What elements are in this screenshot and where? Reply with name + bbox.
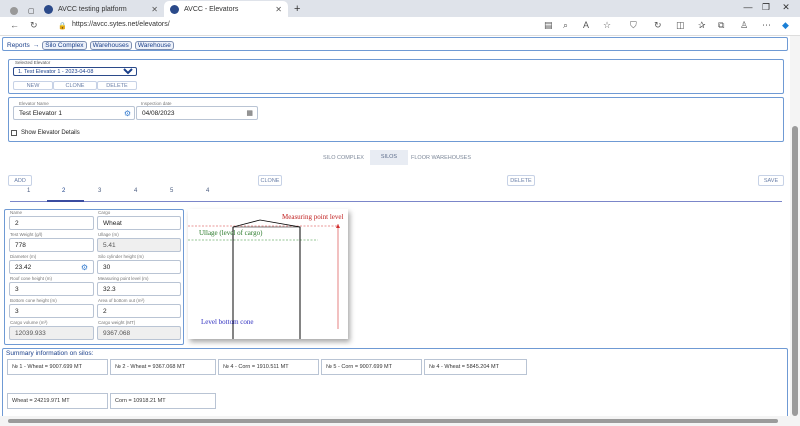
bottom-cone-input[interactable]: 3 bbox=[9, 304, 94, 318]
shield-icon[interactable]: ⛉ bbox=[630, 20, 637, 31]
gear-icon[interactable]: ⚙ bbox=[81, 263, 88, 272]
breadcrumb-bar: Reports → Silo Complex Warehouses Wareho… bbox=[2, 37, 788, 51]
back-icon[interactable]: ← bbox=[10, 20, 19, 30]
lock-icon[interactable]: 🔒 bbox=[58, 22, 67, 30]
summary-panel: Summary information on silos: № 1 - Whea… bbox=[2, 348, 788, 420]
clone-elevator-button[interactable]: CLONE bbox=[53, 81, 97, 90]
page-content: Reports → Silo Complex Warehouses Wareho… bbox=[0, 36, 790, 426]
show-details-checkbox[interactable] bbox=[11, 130, 17, 136]
breadcrumb-warehouse[interactable]: Warehouse bbox=[134, 41, 174, 50]
summary-silo-item: № 1 - Wheat = 9007.699 MT bbox=[7, 359, 108, 375]
profile-icon[interactable]: ♙ bbox=[740, 20, 748, 31]
delete-elevator-button[interactable]: DELETE bbox=[97, 81, 137, 90]
silo-name-input[interactable]: 2 bbox=[9, 216, 94, 230]
breadcrumb: Reports → Silo Complex Warehouses Wareho… bbox=[7, 41, 174, 50]
maximize-button[interactable]: ❐ bbox=[756, 2, 776, 13]
active-tab-indicator bbox=[47, 200, 84, 202]
copilot-icon[interactable]: ◆ bbox=[782, 20, 789, 31]
horizontal-scroll-thumb[interactable] bbox=[8, 419, 778, 423]
tab-silo-complex[interactable]: SILO COMPLEX bbox=[323, 155, 364, 161]
cargo-volume-output: 12039.933 bbox=[9, 326, 94, 340]
silo-tab-1[interactable]: 1 bbox=[27, 188, 30, 194]
test-weight-input[interactable]: 778 bbox=[9, 238, 94, 252]
silo-tabs-underline bbox=[10, 201, 782, 202]
silo-cargo-input[interactable]: Wheat bbox=[97, 216, 181, 230]
summary-title: Summary information on silos: bbox=[6, 350, 94, 357]
vertical-scroll-thumb[interactable] bbox=[792, 126, 798, 416]
elevator-select-panel: Selected Elevator 1. Test Elevator 1 - 2… bbox=[8, 59, 784, 94]
favorite-star-icon[interactable]: ☆ bbox=[603, 20, 611, 31]
elevator-name-input[interactable]: Test Elevator 1 ⚙ bbox=[13, 106, 135, 120]
cylinder-height-input[interactable]: 30 bbox=[97, 260, 181, 274]
summary-silo-item: № 4 - Wheat = 5845.204 MT bbox=[424, 359, 527, 375]
tab-silos[interactable]: SILOS bbox=[370, 150, 408, 165]
menu-icon[interactable]: ⋯ bbox=[762, 20, 771, 31]
ullage-output: 5.41 bbox=[97, 238, 181, 252]
show-details-checkbox-row[interactable]: Show Elevator Details bbox=[11, 130, 80, 136]
collections-icon[interactable]: ⧉ bbox=[718, 20, 724, 31]
url-field[interactable]: https://avcc.sytes.net/elevators/ bbox=[72, 21, 170, 28]
silo-form-panel: Name 2 Cargo Wheat Test Weight (g/l) 778… bbox=[4, 209, 184, 345]
new-elevator-button[interactable]: NEW bbox=[13, 81, 53, 90]
summary-silo-item: № 4 - Corn = 1910.511 MT bbox=[218, 359, 319, 375]
silo-diagram: Measuring point level Ullage (level of c… bbox=[188, 209, 348, 350]
roof-cone-input[interactable]: 3 bbox=[9, 282, 94, 296]
silo-tab-4[interactable]: 4 bbox=[134, 188, 137, 194]
browser-tab-bar: ▢ AVCC testing platform ✕ AVCC - Elevato… bbox=[0, 0, 800, 17]
close-window-button[interactable]: ✕ bbox=[776, 2, 796, 13]
measuring-point-input[interactable]: 32.3 bbox=[97, 282, 181, 296]
breadcrumb-warehouses[interactable]: Warehouses bbox=[89, 41, 132, 50]
zoom-icon[interactable]: ⌕ bbox=[563, 20, 568, 31]
browser-tab-elevators[interactable]: AVCC - Elevators ✕ bbox=[164, 1, 288, 17]
summary-silo-item: № 5 - Corn = 9007.699 MT bbox=[321, 359, 422, 375]
bottom-cone-label: Level bottom cone bbox=[201, 318, 254, 326]
delete-silo-button[interactable]: DELETE bbox=[507, 175, 535, 186]
save-silo-button[interactable]: SAVE bbox=[758, 175, 784, 186]
cargo-weight-output: 9367.068 bbox=[97, 326, 181, 340]
minimize-button[interactable]: — bbox=[738, 2, 758, 12]
breadcrumb-silo-complex[interactable]: Silo Complex bbox=[42, 41, 87, 50]
browser-tab-testing[interactable]: AVCC testing platform ✕ bbox=[38, 1, 164, 17]
summary-silo-item: № 2 - Wheat = 9367.068 MT bbox=[110, 359, 216, 375]
horizontal-scrollbar[interactable] bbox=[0, 416, 790, 426]
gear-icon[interactable]: ⚙ bbox=[124, 109, 131, 118]
ullage-label: Ullage (level of cargo) bbox=[199, 229, 263, 237]
tab-floor-warehouses[interactable]: FLOOR WAREHOUSES bbox=[411, 155, 471, 161]
address-bar: ← ↻ 🔒 https://avcc.sytes.net/elevators/ … bbox=[0, 17, 800, 36]
elevator-info-panel: Elevator Name Test Elevator 1 ⚙ Inspecti… bbox=[8, 97, 784, 142]
silo-tab-3[interactable]: 3 bbox=[98, 188, 101, 194]
reader-icon[interactable]: ▤ bbox=[544, 20, 553, 31]
refresh-icon[interactable]: ↻ bbox=[30, 20, 38, 31]
avcc-favicon-icon bbox=[44, 4, 53, 14]
add-silo-button[interactable]: ADD bbox=[8, 175, 32, 186]
silo-tab-5[interactable]: 5 bbox=[170, 188, 173, 194]
refresh-ext-icon[interactable]: ↻ bbox=[654, 20, 662, 31]
breadcrumb-reports[interactable]: Reports bbox=[7, 42, 30, 49]
elevator-select[interactable]: 1. Test Elevator 1 - 2023-04-08 bbox=[13, 67, 137, 76]
calendar-icon[interactable]: ▦ bbox=[246, 109, 253, 117]
silo-tab-6[interactable]: 4 bbox=[206, 188, 209, 194]
inspection-date-input[interactable]: 04/08/2023 ▦ bbox=[136, 106, 258, 120]
favorites-icon[interactable]: ✰ bbox=[698, 20, 706, 31]
summary-total-corn: Corn = 10918.21 MT bbox=[110, 393, 216, 409]
bottom-out-input[interactable]: 2 bbox=[97, 304, 181, 318]
close-tab-icon[interactable]: ✕ bbox=[275, 5, 282, 14]
avcc-favicon-icon bbox=[170, 4, 179, 14]
vertical-scrollbar[interactable] bbox=[790, 36, 800, 426]
new-tab-button[interactable]: + bbox=[288, 1, 306, 17]
summary-total-wheat: Wheat = 24219.971 MT bbox=[7, 393, 108, 409]
silo-tab-2[interactable]: 2 bbox=[62, 188, 65, 194]
clone-silo-button[interactable]: CLONE bbox=[258, 175, 282, 186]
split-screen-icon[interactable]: ◫ bbox=[676, 20, 685, 31]
measuring-point-label: Measuring point level bbox=[282, 213, 344, 221]
selected-elevator-label: Selected Elevator bbox=[14, 60, 52, 65]
close-tab-icon[interactable]: ✕ bbox=[151, 5, 158, 14]
read-aloud-icon[interactable]: A bbox=[583, 20, 589, 30]
diameter-input[interactable]: 23.42 ⚙ bbox=[9, 260, 94, 274]
